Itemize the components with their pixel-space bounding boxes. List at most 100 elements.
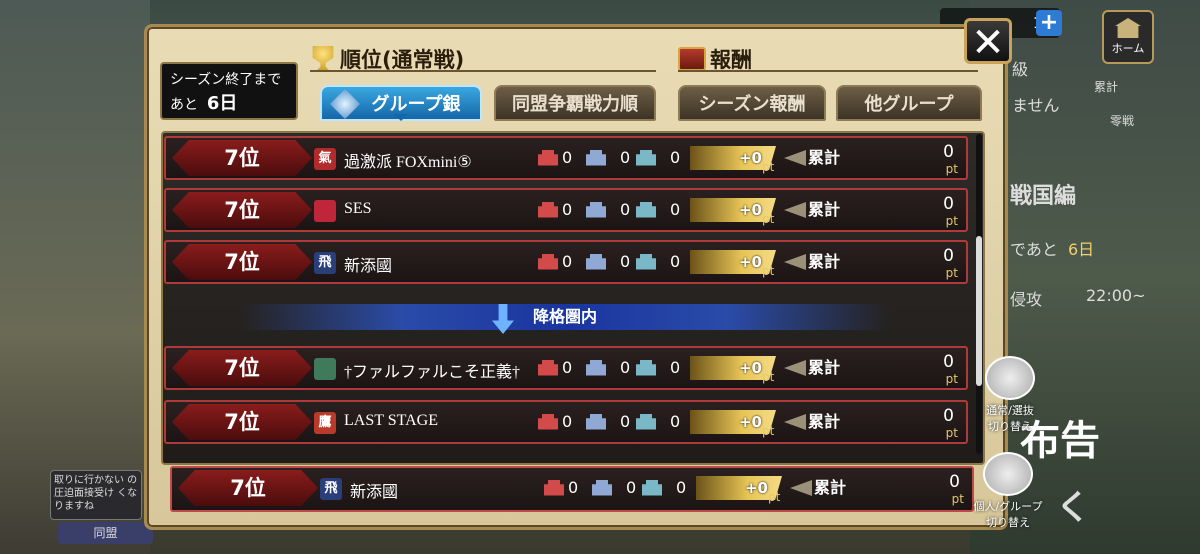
total-label: 累計: [808, 358, 841, 377]
bg-text: 侵攻: [1010, 290, 1043, 309]
total-value: 0: [949, 472, 960, 492]
alliance-name: 新添國: [350, 484, 399, 501]
ranking-row[interactable]: 7位 †ファルファルこそ正義† 0 0 0 +0 pt 累計 0 pt: [164, 346, 968, 390]
alliance-emblem-icon: 飛: [320, 478, 342, 500]
pt-unit: pt: [762, 160, 775, 174]
bg-text: く: [1056, 488, 1090, 528]
close-icon: ✕: [971, 20, 1005, 66]
teal-castle-count: 0: [636, 200, 680, 219]
alliance-emblem-icon: 氣: [314, 148, 336, 170]
alliance-emblem-icon: [314, 358, 336, 380]
close-button[interactable]: ✕: [964, 18, 1012, 66]
total-label: 累計: [814, 478, 847, 497]
pt-unit: pt: [945, 214, 958, 228]
ranking-row[interactable]: 7位 SES 0 0 0 +0 pt 累計 0 pt: [164, 188, 968, 232]
blue-castle-icon: [592, 479, 612, 496]
alliance-name: 過激派 FOXmini⑤: [344, 154, 472, 171]
teal-castle-icon: [642, 479, 662, 496]
rank-badge: 7位: [178, 470, 318, 506]
alliance-name: †ファルファルこそ正義†: [344, 364, 521, 381]
bg-text: 累計: [1094, 80, 1119, 94]
bg-text: ません: [1012, 96, 1060, 115]
arrow-icon: [784, 414, 806, 430]
pt-unit: pt: [762, 264, 775, 278]
bg-text: であと: [1010, 240, 1058, 259]
teal-castle-icon: [636, 413, 656, 430]
pt-unit: pt: [762, 370, 775, 384]
pt-unit: pt: [945, 162, 958, 176]
red-castle-icon: [538, 149, 558, 166]
divider: [310, 70, 656, 72]
individual-group-toggle-button[interactable]: 個人/グループ 切り替え: [968, 452, 1048, 529]
tab-group-silver[interactable]: グループ銀: [320, 85, 482, 121]
blue-castle-count: 0: [586, 148, 630, 167]
rank-badge: 7位: [172, 350, 312, 386]
silver-gem-icon: [330, 89, 360, 119]
red-castle-count: 0: [538, 412, 572, 431]
trophy-icon: [312, 46, 334, 72]
ranking-row[interactable]: 7位氣過激派 FOXmini⑤ 0 0 0 +0 pt 累計 0 pt: [164, 136, 968, 180]
season-days: 6日: [206, 93, 238, 114]
blue-castle-icon: [586, 201, 606, 218]
season-label: シーズン終了まで: [170, 72, 282, 88]
my-alliance-row[interactable]: 7位飛新添國 0 0 0 +0 pt 累計 0 pt: [170, 466, 974, 512]
teal-castle-icon: [636, 149, 656, 166]
arrow-icon: [784, 150, 806, 166]
alliance-name: 新添國: [344, 258, 393, 275]
alliance-button[interactable]: 同盟: [58, 522, 153, 544]
total-value: 0: [943, 142, 954, 162]
ranking-row[interactable]: 7位飛新添國 0 0 0 +0 pt 累計 0 pt: [164, 240, 968, 284]
alliance-emblem-icon: 鷹: [314, 412, 336, 434]
teal-castle-icon: [636, 253, 656, 270]
pt-unit: pt: [945, 266, 958, 280]
rank-badge: 7位: [172, 192, 312, 228]
alliance-name: LAST STAGE: [344, 412, 438, 429]
ranking-row[interactable]: 7位鷹 LAST STAGE 0 0 0 +0 pt 累計 0 pt: [164, 400, 968, 444]
rank-badge: 7位: [172, 404, 312, 440]
total-value: 0: [943, 406, 954, 426]
pt-unit: pt: [951, 492, 964, 506]
tab-season-reward[interactable]: シーズン報酬: [678, 85, 826, 121]
bg-text: 22:00~: [1086, 286, 1146, 305]
rank-badge: 7位: [172, 244, 312, 280]
blue-castle-icon: [586, 359, 606, 376]
home-icon: [1115, 18, 1141, 38]
teal-castle-count: 0: [636, 358, 680, 377]
teal-castle-count: 0: [636, 148, 680, 167]
rank-badge: 7位: [172, 140, 312, 176]
chat-note: 取りに行かない の圧迫面接受け くなりますね: [50, 470, 142, 520]
red-castle-icon: [538, 253, 558, 270]
season-prefix: あと: [170, 97, 198, 113]
blue-castle-icon: [586, 253, 606, 270]
arrow-icon: [784, 360, 806, 376]
red-castle-count: 0: [538, 148, 572, 167]
demotion-label: 降格圏内: [532, 307, 597, 326]
blue-castle-count: 0: [586, 358, 630, 377]
teal-castle-count: 0: [636, 252, 680, 271]
red-castle-count: 0: [538, 200, 572, 219]
teal-castle-count: 0: [642, 478, 686, 497]
arrow-icon: [790, 480, 812, 496]
trophy-swap-icon: [983, 452, 1033, 496]
red-castle-count: 0: [538, 358, 572, 377]
home-button[interactable]: ホーム: [1102, 10, 1154, 64]
total-value: 0: [943, 194, 954, 214]
add-coins-button[interactable]: +: [1036, 10, 1062, 36]
red-castle-count: 0: [544, 478, 578, 497]
teal-castle-icon: [636, 201, 656, 218]
pt-unit: pt: [945, 372, 958, 386]
bg-text: 6日: [1068, 240, 1095, 259]
pt-unit: pt: [762, 424, 775, 438]
demotion-zone-divider: 降格圏内: [240, 304, 890, 334]
bg-text: 級: [1012, 60, 1029, 79]
alliance-emblem-icon: 飛: [314, 252, 336, 274]
normal-select-toggle-button[interactable]: 通常/選抜 切り替え: [970, 356, 1050, 433]
tab-other-group[interactable]: 他グループ: [836, 85, 982, 121]
total-label: 累計: [808, 412, 841, 431]
total-value: 0: [943, 246, 954, 266]
red-castle-icon: [544, 479, 564, 496]
teal-castle-icon: [636, 359, 656, 376]
tab-alliance-power[interactable]: 同盟争覇戦力順: [494, 85, 656, 121]
total-value: 0: [943, 352, 954, 372]
divider: [678, 70, 978, 72]
